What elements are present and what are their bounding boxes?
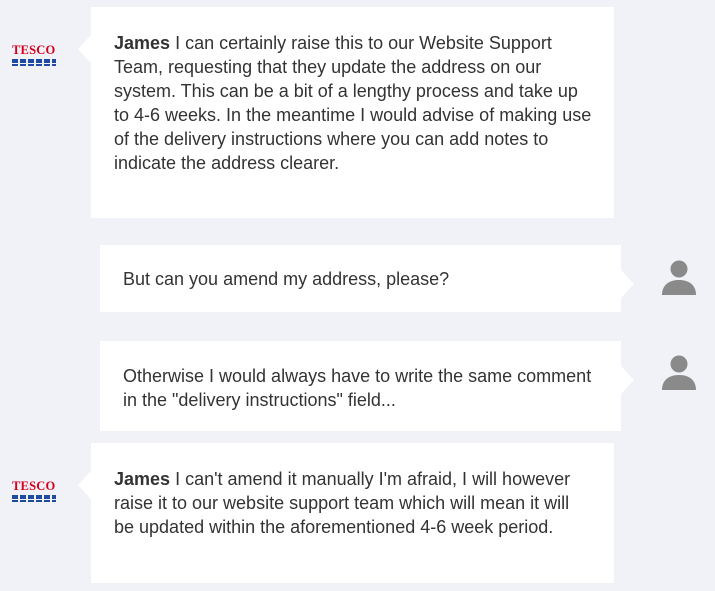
user-message-bubble: Otherwise I would always have to write t… xyxy=(100,341,634,431)
tesco-logo-icon: TESCO xyxy=(12,480,60,502)
person-silhouette-icon xyxy=(662,260,696,295)
person-silhouette-icon xyxy=(662,355,696,390)
message-text: But can you amend my address, please? xyxy=(123,269,450,289)
tesco-logo-text: TESCO xyxy=(12,479,56,493)
chat-transcript: TESCO James I can certainly raise this t… xyxy=(0,0,715,591)
agent-name: James xyxy=(114,33,171,53)
tesco-logo-stripes-lower xyxy=(12,64,56,66)
tesco-logo-stripes-lower xyxy=(12,500,56,502)
message-text: Otherwise I would always have to write t… xyxy=(123,366,592,410)
tesco-logo-text: TESCO xyxy=(12,43,56,57)
agent-message-bubble: James I can't amend it manually I'm afra… xyxy=(78,443,614,583)
tesco-logo-stripes xyxy=(12,59,56,63)
message-text: I can certainly raise this to our Websit… xyxy=(114,33,592,173)
tesco-logo-stripes xyxy=(12,495,56,499)
agent-name: James xyxy=(114,469,171,489)
agent-message-bubble: James I can certainly raise this to our … xyxy=(78,7,614,218)
tesco-logo-icon: TESCO xyxy=(12,44,60,66)
message-text: I can't amend it manually I'm afraid, I … xyxy=(114,469,571,537)
user-message-bubble: But can you amend my address, please? xyxy=(100,245,634,312)
